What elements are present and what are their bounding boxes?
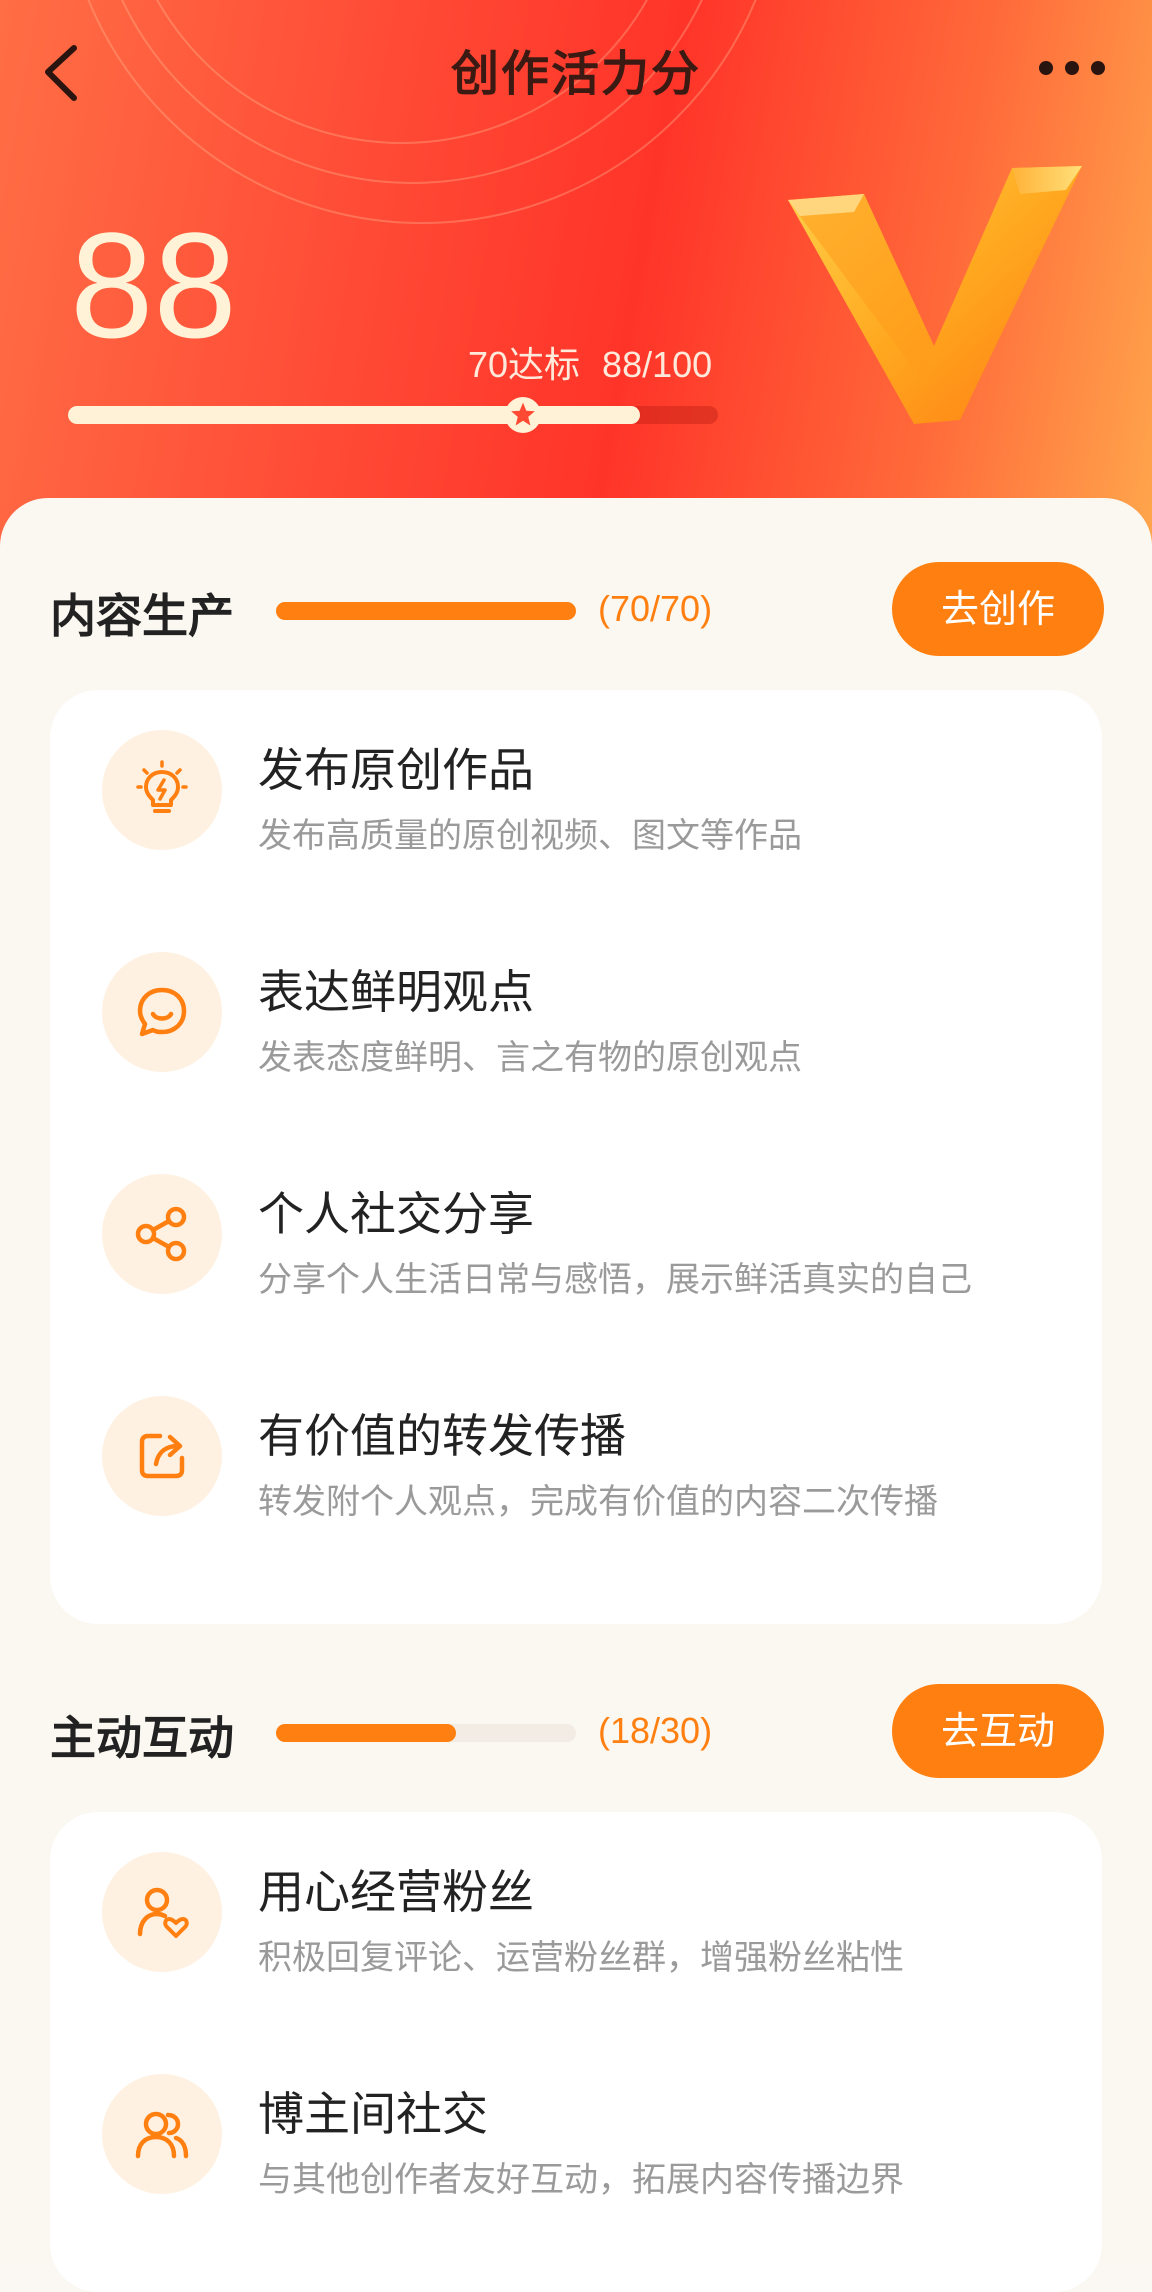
go-interact-button[interactable]: 去互动 (892, 1684, 1104, 1778)
score-fraction: 88/100 (602, 344, 713, 385)
icon-circle (102, 1852, 222, 1972)
section-title: 主动互动 (50, 1711, 234, 1765)
task-card: 发布原创作品 发布高质量的原创视频、图文等作品 表达鲜明观点 发表态度鲜明、言之… (50, 690, 1102, 1624)
section-title: 内容生产 (50, 589, 234, 643)
section-count: (70/70) (598, 588, 713, 629)
item-description: 发布高质量的原创视频、图文等作品 (258, 816, 802, 856)
section-progress-fill (276, 1724, 456, 1742)
score-value: 88 (70, 201, 237, 369)
section-count: (18/30) (598, 1710, 713, 1751)
item-title: 博主间社交 (258, 2087, 488, 2141)
standard-label: 70达标 (468, 344, 581, 385)
item-description: 积极回复评论、运营粉丝群，增强粉丝粘性 (258, 1938, 904, 1978)
list-item[interactable]: 博主间社交 与其他创作者友好互动，拓展内容传播边界 (50, 2034, 1102, 2214)
item-description: 与其他创作者友好互动，拓展内容传播边界 (258, 2160, 904, 2200)
list-item[interactable]: 表达鲜明观点 发表态度鲜明、言之有物的原创观点 (50, 912, 1102, 1092)
icon-circle (102, 1396, 222, 1516)
section-progress-bar (276, 1724, 576, 1742)
more-button[interactable] (1032, 48, 1112, 88)
section-content-production: 内容生产 (70/70) 去创作 (0, 558, 1152, 658)
lightbulb-icon (136, 760, 188, 813)
v-badge-logo (788, 166, 1082, 424)
score-progress-fill (68, 406, 640, 424)
section-progress-fill (276, 602, 576, 620)
user-heart-icon (137, 1887, 189, 1938)
item-description: 发表态度鲜明、言之有物的原创观点 (258, 1038, 802, 1078)
list-item[interactable]: 发布原创作品 发布高质量的原创视频、图文等作品 (50, 690, 1102, 870)
icon-circle (102, 1174, 222, 1294)
header-banner: 创作活力分 88 70达标 88/100 (0, 0, 1152, 560)
item-title: 表达鲜明观点 (258, 965, 534, 1019)
list-item[interactable]: 用心经营粉丝 积极回复评论、运营粉丝群，增强粉丝粘性 (50, 1812, 1102, 1992)
item-title: 个人社交分享 (258, 1187, 534, 1241)
section-progress-bar (276, 602, 576, 620)
users-icon (135, 2111, 189, 2159)
list-item[interactable]: 个人社交分享 分享个人生活日常与感悟，展示鲜活真实的自己 (50, 1134, 1102, 1314)
item-description: 分享个人生活日常与感悟，展示鲜活真实的自己 (258, 1260, 972, 1300)
icon-circle (102, 2074, 222, 2194)
item-title: 发布原创作品 (258, 743, 534, 797)
standard-star-icon (504, 396, 542, 434)
score-progress-bar (68, 406, 718, 424)
item-title: 用心经营粉丝 (258, 1865, 534, 1919)
item-title: 有价值的转发传播 (258, 1409, 626, 1463)
share-icon (135, 1206, 187, 1262)
section-active-interaction: 主动互动 (18/30) 去互动 (0, 1680, 1152, 1780)
go-create-button[interactable]: 去创作 (892, 562, 1104, 656)
page-title: 创作活力分 (450, 46, 701, 102)
forward-icon (139, 1433, 185, 1479)
more-dots-icon (1039, 61, 1105, 75)
item-description: 转发附个人观点，完成有价值的内容二次传播 (258, 1482, 938, 1522)
icon-circle (102, 730, 222, 850)
task-card: 用心经营粉丝 积极回复评论、运营粉丝群，增强粉丝粘性 博主间社交 与其他创作者友… (50, 1812, 1102, 2292)
list-item[interactable]: 有价值的转发传播 转发附个人观点，完成有价值的内容二次传播 (50, 1356, 1102, 1536)
score-progress-meta: 70达标 88/100 (468, 336, 712, 388)
chat-bubble-icon (137, 987, 187, 1037)
icon-circle (102, 952, 222, 1072)
